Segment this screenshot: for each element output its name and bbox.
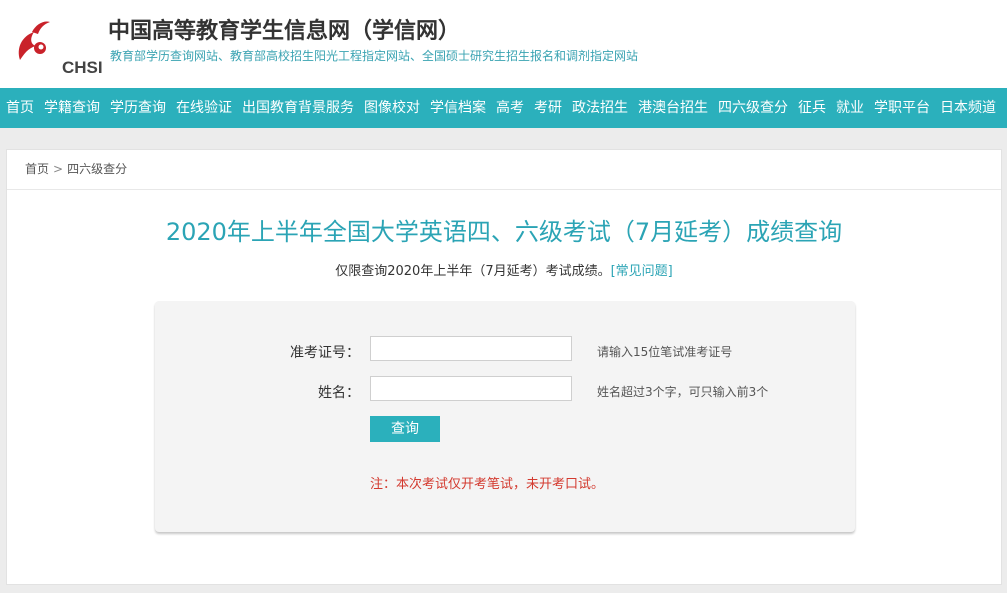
site-subtitle: 教育部学历查询网站、教育部高校招生阳光工程指定网站、全国硕士研究生招生报名和调剂…	[110, 49, 639, 63]
main-nav: 首页 学籍查询 学历查询 在线验证 出国教育背景服务 图像校对 学信档案 高考 …	[0, 88, 1007, 128]
nav-item-conscription[interactable]: 征兵	[798, 88, 826, 128]
nav-item-image-check[interactable]: 图像校对	[364, 88, 420, 128]
site-header: CHSI 中国高等教育学生信息网（学信网） 教育部学历查询网站、教育部高校招生阳…	[0, 0, 1007, 88]
name-input[interactable]	[370, 376, 572, 401]
scope-note: 仅限查询2020年上半年（7月延考）考试成绩。[常见问题]	[7, 260, 1001, 279]
query-form: 准考证号： 请输入15位笔试准考证号 姓名： 姓名超过3个字，可只输入前3个 查…	[155, 301, 855, 532]
name-label: 姓名：	[318, 385, 360, 401]
breadcrumb-divider	[7, 189, 1001, 190]
chsi-emblem-icon	[18, 21, 50, 60]
faq-link[interactable]: [常见问题]	[611, 264, 673, 279]
nav-item-student-status[interactable]: 学籍查询	[44, 88, 100, 128]
content-panel: 首页 > 四六级查分 2020年上半年全国大学英语四、六级考试（7月延考）成绩查询 …	[6, 149, 1002, 585]
nav-item-career-platform[interactable]: 学职平台	[874, 88, 930, 128]
exam-id-label: 准考证号：	[290, 345, 360, 361]
nav-item-archive[interactable]: 学信档案	[430, 88, 486, 128]
exam-id-input[interactable]	[370, 336, 572, 361]
nav-item-gaokao[interactable]: 高考	[496, 88, 524, 128]
nav-item-law-admission[interactable]: 政法招生	[572, 88, 628, 128]
exam-warning-note: 注：本次考试仅开考笔试，未开考口试。	[370, 477, 605, 492]
chsi-logo[interactable]: CHSI	[14, 18, 103, 77]
page-title: 2020年上半年全国大学英语四、六级考试（7月延考）成绩查询	[165, 218, 843, 246]
nav-item-overseas-service[interactable]: 出国教育背景服务	[242, 88, 354, 128]
query-button[interactable]: 查询	[370, 416, 440, 442]
breadcrumb-current: 四六级查分	[67, 162, 128, 176]
nav-item-kaoyan[interactable]: 考研	[534, 88, 562, 128]
nav-item-hk-macau-taiwan[interactable]: 港澳台招生	[638, 88, 708, 128]
breadcrumb: 首页 > 四六级查分	[25, 160, 127, 177]
nav-item-cet-score[interactable]: 四六级查分	[718, 88, 788, 128]
nav-item-online-verify[interactable]: 在线验证	[176, 88, 232, 128]
logo-text: CHSI	[62, 58, 103, 77]
nav-item-employment[interactable]: 就业	[836, 88, 864, 128]
nav-item-japan-channel[interactable]: 日本频道	[940, 88, 996, 128]
breadcrumb-separator: >	[53, 162, 64, 176]
breadcrumb-home[interactable]: 首页	[25, 162, 49, 176]
nav-item-degree-query[interactable]: 学历查询	[110, 88, 166, 128]
exam-id-hint: 请输入15位笔试准考证号	[597, 345, 733, 359]
scope-note-text: 仅限查询2020年上半年（7月延考）考试成绩。	[335, 264, 611, 279]
site-title[interactable]: 中国高等教育学生信息网（学信网）	[108, 13, 460, 45]
nav-item-home[interactable]: 首页	[6, 88, 34, 128]
name-hint: 姓名超过3个字，可只输入前3个	[597, 385, 769, 399]
